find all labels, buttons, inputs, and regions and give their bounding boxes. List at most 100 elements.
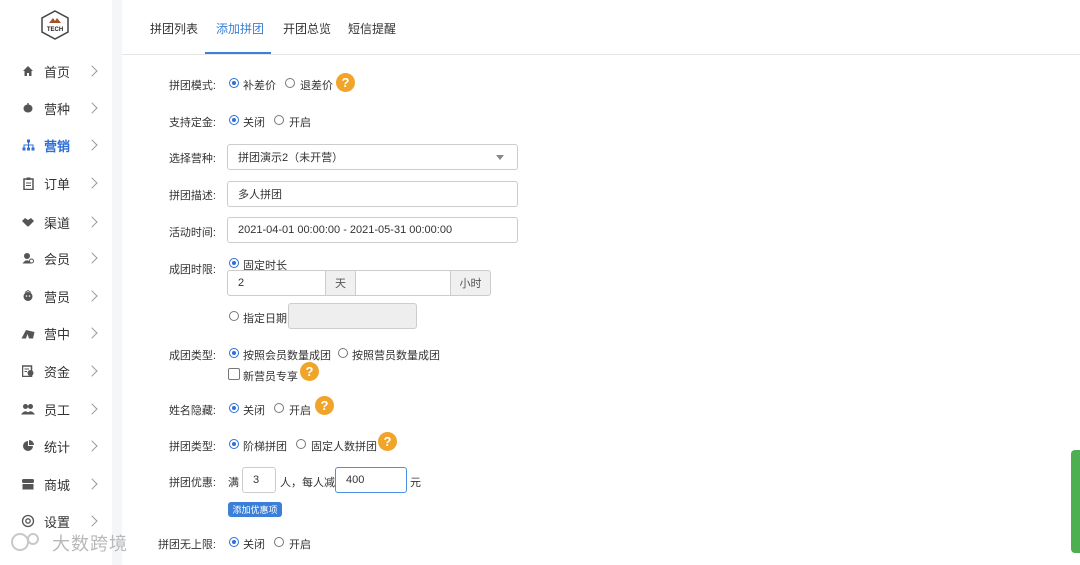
sidebar-item-label: 设置 (44, 514, 71, 530)
hide-radio-on[interactable] (274, 403, 284, 413)
gtype-radio-ladder[interactable] (229, 439, 239, 449)
sidebar-item-6[interactable]: 营员 (0, 282, 112, 310)
chevron-right-icon (86, 65, 98, 77)
tab-bar: 拼团列表 添加拼团 开团总览 短信提醒 (122, 0, 1080, 55)
discount-people-input[interactable]: 3 (242, 467, 276, 493)
specific-date-input[interactable] (288, 303, 417, 329)
seed-icon (21, 101, 35, 115)
sidebar-item-11[interactable]: 商城 (0, 470, 112, 498)
sidebar-item-7[interactable]: 营中 (0, 319, 112, 347)
sidebar-item-label: 会员 (44, 251, 71, 267)
unlimited-on-label: 开启 (289, 539, 311, 551)
sidebar-item-1[interactable]: 营种 (0, 94, 112, 122)
activity-time-value: 2021-04-01 00:00:00 - 2021-05-31 00:00:0… (238, 224, 453, 236)
sidebar-item-3[interactable]: 订单 (0, 169, 112, 197)
discount-amount-input[interactable]: 400 (335, 467, 407, 493)
type-label: 成团类型: (168, 350, 216, 362)
gtype-radio-fixed[interactable] (296, 439, 306, 449)
gtype-fixed-label: 固定人数拼团 (311, 441, 377, 453)
limit-days-input[interactable]: 2 (227, 270, 326, 296)
chevron-right-icon (86, 515, 98, 527)
sidebar-item-label: 订单 (44, 176, 71, 192)
sidebar-item-label: 商城 (44, 477, 71, 493)
sidebar-item-0[interactable]: 首页 (0, 57, 112, 85)
sidebar: TECH 首页营种营销订单渠道会员营员营中资金员工统计商城设置 (0, 0, 112, 565)
sidebar-item-10[interactable]: 统计 (0, 432, 112, 460)
tab-group-overview[interactable]: 开团总览 (283, 20, 331, 37)
money-icon (21, 364, 35, 378)
sidebar-item-label: 营员 (44, 289, 71, 305)
deposit-off-label: 关闭 (243, 117, 265, 129)
gtype-label: 拼团类型: (168, 441, 216, 453)
chevron-down-icon (496, 155, 504, 160)
add-discount-button[interactable]: 添加优惠项 (228, 502, 282, 517)
type-radio-member[interactable] (229, 348, 239, 358)
deposit-label: 支持定金: (168, 117, 216, 129)
new-camper-checkbox[interactable] (228, 368, 240, 380)
discount-people-value: 3 (253, 474, 260, 486)
sidebar-item-5[interactable]: 会员 (0, 244, 112, 272)
camp-select[interactable]: 拼团演示2（未开营） (227, 144, 518, 170)
unlimited-radio-off[interactable] (229, 537, 239, 547)
help-icon[interactable]: ? (336, 73, 355, 92)
sidebar-item-2[interactable]: 营销 (0, 131, 112, 159)
chevron-right-icon (86, 216, 98, 228)
logo: TECH (40, 10, 70, 40)
help-icon[interactable]: ? (378, 432, 397, 451)
chevron-right-icon (86, 252, 98, 264)
member-icon (21, 251, 35, 265)
mode-label: 拼团模式: (168, 80, 216, 92)
deposit-radio-off[interactable] (229, 115, 239, 125)
desc-label: 拼团描述: (168, 190, 216, 202)
unlimited-off-label: 关闭 (243, 539, 265, 551)
desc-input[interactable]: 多人拼团 (227, 181, 518, 207)
tent-icon (21, 326, 35, 340)
mode-radio-refund[interactable] (285, 78, 295, 88)
chevron-right-icon (86, 365, 98, 377)
help-icon[interactable]: ? (300, 362, 319, 381)
side-float-tab[interactable] (1071, 450, 1080, 553)
clipboard-icon (21, 176, 35, 190)
tab-group-list[interactable]: 拼团列表 (150, 20, 198, 37)
sitemap-icon (21, 138, 35, 152)
type-radio-camper[interactable] (338, 348, 348, 358)
limit-hours-input[interactable] (355, 270, 451, 296)
hide-label: 姓名隐藏: (168, 405, 216, 417)
deposit-radio-on[interactable] (274, 115, 284, 125)
hours-unit: 小时 (450, 270, 491, 296)
app-root: TECH 首页营种营销订单渠道会员营员营中资金员工统计商城设置 拼团列表 添加拼… (0, 0, 1080, 565)
limit-label: 成团时限: (168, 264, 216, 276)
limit-radio-specific[interactable] (229, 311, 239, 321)
chevron-right-icon (86, 327, 98, 339)
unlimited-radio-on[interactable] (274, 537, 284, 547)
chevron-right-icon (86, 102, 98, 114)
sidebar-item-label: 渠道 (44, 215, 71, 231)
chevron-right-icon (86, 290, 98, 302)
activity-time-input[interactable]: 2021-04-01 00:00:00 - 2021-05-31 00:00:0… (227, 217, 518, 243)
sidebar-item-9[interactable]: 员工 (0, 395, 112, 423)
time-label: 活动时间: (168, 227, 216, 239)
gear-icon (21, 514, 35, 528)
gtype-ladder-label: 阶梯拼团 (243, 441, 287, 453)
hide-radio-off[interactable] (229, 403, 239, 413)
sidebar-item-8[interactable]: 资金 (0, 357, 112, 385)
type-camper-label: 按照营员数量成团 (352, 350, 440, 362)
watermark-text: 大数跨境 (52, 534, 128, 554)
discount-label: 拼团优惠: (168, 477, 216, 489)
deposit-on-label: 开启 (289, 117, 311, 129)
sidebar-item-4[interactable]: 渠道 (0, 208, 112, 236)
mode-topup-label: 补差价 (243, 80, 276, 92)
sidebar-item-label: 员工 (44, 402, 71, 418)
active-tab-indicator (205, 52, 271, 54)
camp-select-value: 拼团演示2（未开营） (238, 152, 344, 164)
sidebar-item-label: 营种 (44, 101, 71, 117)
type-member-label: 按照会员数量成团 (243, 350, 331, 362)
camp-select-label: 选择营种: (168, 153, 216, 165)
tab-add-group[interactable]: 添加拼团 (216, 20, 264, 37)
hide-on-label: 开启 (289, 405, 311, 417)
tab-sms-reminder[interactable]: 短信提醒 (348, 20, 396, 37)
limit-radio-fixed[interactable] (229, 258, 239, 268)
mode-radio-topup[interactable] (229, 78, 239, 88)
help-icon[interactable]: ? (315, 396, 334, 415)
discount-amount-value: 400 (346, 474, 365, 486)
